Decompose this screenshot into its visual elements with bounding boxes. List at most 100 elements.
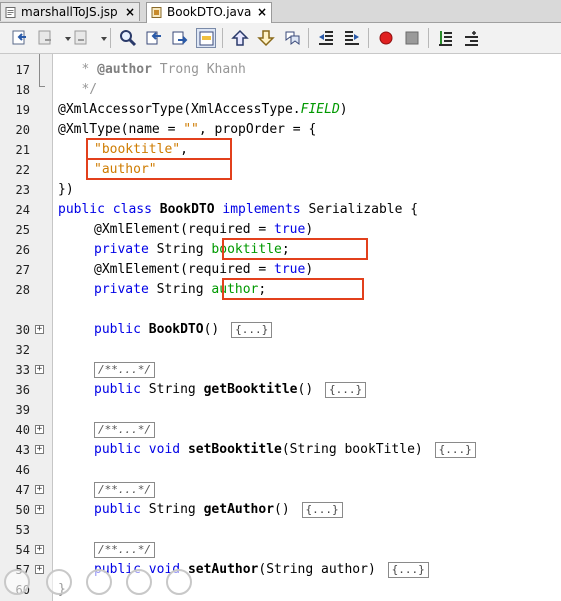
line-number: 22 (15, 163, 30, 177)
code-line-46: 46 (0, 460, 561, 480)
code-text: public void setBooktitle(String bookTitl… (94, 440, 476, 460)
folded-code-block[interactable]: {...} (301, 501, 343, 518)
code-text: @XmlElement(required = true) (94, 262, 314, 277)
uncomment-icon[interactable] (462, 28, 482, 48)
line-number: 54 (15, 543, 30, 557)
back-icon[interactable] (36, 28, 56, 48)
code-text: * @author Trong Khanh (58, 62, 246, 77)
highlight-author-field (222, 278, 364, 300)
tab-marshalltojs[interactable]: marshallToJS.jsp × (0, 2, 140, 21)
code-text: public BookDTO() {...} (94, 320, 273, 340)
close-icon[interactable]: × (125, 3, 135, 22)
code-line-32: 32 (0, 340, 561, 360)
expand-fold-icon[interactable]: + (35, 425, 44, 434)
comment-icon[interactable] (436, 28, 456, 48)
code-line-50: 50 + public String getAuthor() {...} (0, 500, 561, 520)
code-line-57: 57 + public void setAuthor(String author… (0, 560, 561, 580)
line-number: 46 (15, 463, 30, 477)
jsp-file-icon (5, 7, 16, 18)
tab-label: BookDTO.java (167, 5, 252, 19)
expand-fold-icon[interactable]: + (35, 505, 44, 514)
line-number: 28 (15, 283, 30, 297)
forward-icon[interactable] (72, 28, 92, 48)
code-text: public String getAuthor() {...} (94, 500, 343, 520)
code-line-19: 19 @XmlAccessorType(XmlAccessType.FIELD) (0, 100, 561, 120)
chevron-down-icon[interactable] (58, 28, 71, 48)
line-number: 40 (15, 423, 30, 437)
copy-overlay-icon[interactable] (126, 569, 152, 595)
expand-fold-icon[interactable]: + (35, 365, 44, 374)
find-icon[interactable] (118, 28, 138, 48)
highlight-booktitle-field (222, 238, 368, 260)
fold-guide-end (39, 86, 45, 87)
code-text: @XmlAccessorType(XmlAccessType.FIELD) (58, 102, 348, 117)
line-number: 26 (15, 243, 30, 257)
pen-overlay-icon[interactable] (86, 569, 112, 595)
toolbar-separator (428, 28, 429, 48)
folded-comment-block[interactable]: /**...*/ (94, 422, 155, 438)
line-number: 30 (15, 323, 30, 337)
folded-code-block[interactable]: {...} (434, 441, 476, 458)
folded-code-block[interactable]: {...} (387, 561, 429, 578)
line-number: 20 (15, 123, 30, 137)
code-line-17: 17 * @author Trong Khanh (0, 60, 561, 80)
expand-fold-icon[interactable]: + (35, 485, 44, 494)
code-line-47: 47 + /**...*/ (0, 480, 561, 500)
code-text: public String getBooktitle() {...} (94, 380, 367, 400)
chevron-down-icon[interactable] (94, 28, 107, 48)
java-file-icon (151, 7, 162, 18)
code-text: /**...*/ (94, 480, 155, 500)
code-line-33: 33 + /**...*/ (0, 360, 561, 380)
expand-fold-icon[interactable]: + (35, 545, 44, 554)
line-number: 21 (15, 143, 30, 157)
code-line-36: 36 public String getBooktitle() {...} (0, 380, 561, 400)
line-number: 24 (15, 203, 30, 217)
folded-comment-block[interactable]: /**...*/ (94, 362, 155, 378)
shift-left-icon[interactable] (316, 28, 336, 48)
code-line-40: 40 + /**...*/ (0, 420, 561, 440)
code-line-23: 23 }) (0, 180, 561, 200)
find-previous-icon[interactable] (144, 28, 164, 48)
line-number: 25 (15, 223, 30, 237)
highlight-author-proporder (86, 158, 232, 180)
find-next-icon[interactable] (170, 28, 190, 48)
line-number: 18 (15, 83, 30, 97)
line-number: 32 (15, 343, 30, 357)
line-number: 53 (15, 523, 30, 537)
undo-overlay-icon[interactable] (4, 569, 30, 595)
next-bookmark-icon[interactable] (256, 28, 276, 48)
expand-fold-icon[interactable]: + (35, 565, 44, 574)
line-number: 50 (15, 503, 30, 517)
folded-comment-block[interactable]: /**...*/ (94, 482, 155, 498)
code-line-53: 53 (0, 520, 561, 540)
line-number: 39 (15, 403, 30, 417)
expand-fold-icon[interactable]: + (35, 445, 44, 454)
more-overlay-icon[interactable] (166, 569, 192, 595)
line-number: 27 (15, 263, 30, 277)
code-line-25: 25 @XmlElement(required = true) (0, 220, 561, 240)
fold-guide (39, 54, 40, 86)
toggle-bookmark-icon[interactable] (282, 28, 302, 48)
play-overlay-icon[interactable] (46, 569, 72, 595)
shift-right-icon[interactable] (342, 28, 362, 48)
stop-macro-icon[interactable] (402, 28, 422, 48)
code-text: /**...*/ (94, 540, 155, 560)
line-number: 47 (15, 483, 30, 497)
toggle-highlight-icon[interactable] (196, 28, 216, 48)
tab-bookdto[interactable]: BookDTO.java × (146, 2, 272, 23)
code-text: @XmlElement(required = true) (94, 222, 314, 237)
expand-fold-icon[interactable]: + (35, 325, 44, 334)
line-number: 33 (15, 363, 30, 377)
previous-edit-icon[interactable] (10, 28, 30, 48)
record-macro-icon[interactable] (376, 28, 396, 48)
folded-code-block[interactable]: {...} (325, 381, 367, 398)
close-icon[interactable]: × (257, 3, 267, 22)
line-number: 43 (15, 443, 30, 457)
code-editor[interactable]: 16 17 * @author Trong Khanh 18 */ 19 @Xm… (0, 54, 561, 601)
prev-bookmark-icon[interactable] (230, 28, 250, 48)
folded-code-block[interactable]: {...} (231, 321, 273, 338)
toolbar-separator (368, 28, 369, 48)
folded-comment-block[interactable]: /**...*/ (94, 542, 155, 558)
code-line-60: 60 } (0, 580, 561, 600)
line-number: 19 (15, 103, 30, 117)
